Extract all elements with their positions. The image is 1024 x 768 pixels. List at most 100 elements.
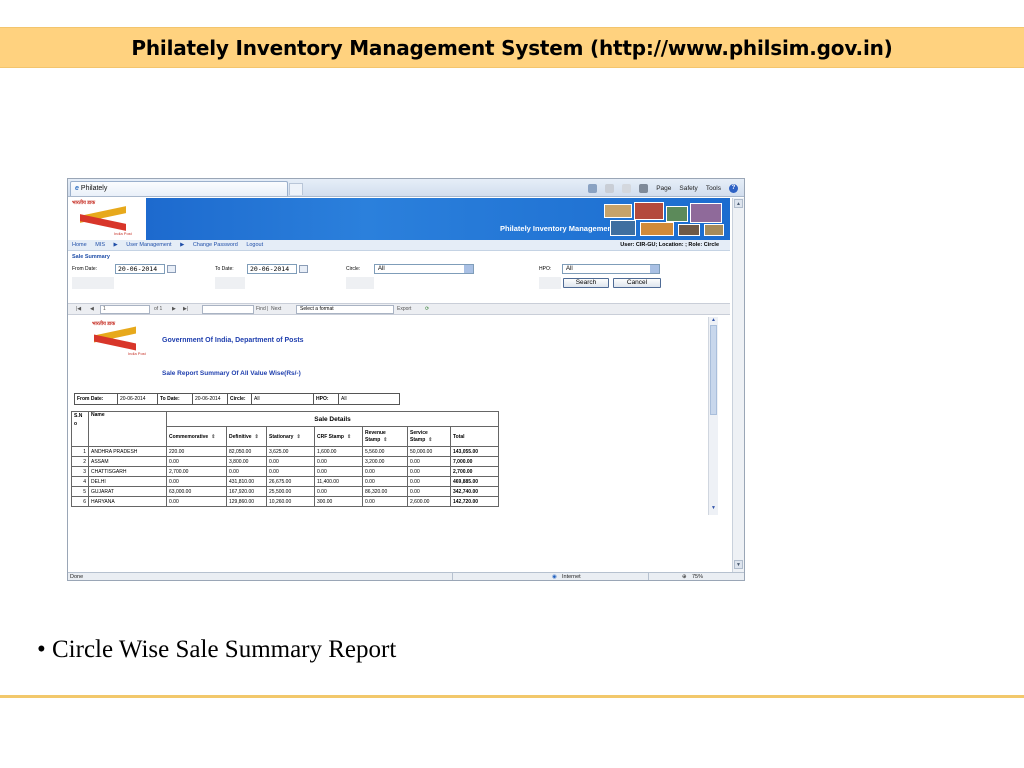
hpo-label: HPO: xyxy=(539,266,552,272)
slide-title: Philately Inventory Management System (h… xyxy=(131,36,893,60)
hdr-to-value: 20-06-2014 xyxy=(192,393,228,405)
report-logo: भारतीय डाक India Post xyxy=(88,321,148,357)
sale-details-header: Sale Details xyxy=(166,411,499,427)
to-date-input[interactable]: 20-06-2014 xyxy=(247,264,297,274)
app-nav: Home MIS ▶ User Management ▶ Change Pass… xyxy=(68,240,730,251)
new-tab-button[interactable] xyxy=(289,183,303,195)
circle-select[interactable]: All xyxy=(374,264,474,274)
help-icon[interactable]: ? xyxy=(729,183,738,193)
page-menu[interactable]: Page xyxy=(656,185,671,192)
browser-tab[interactable]: e Philately xyxy=(70,181,288,196)
col-header[interactable]: Stationary ⇕ xyxy=(266,426,315,447)
table-row: 6 HARYANA 0.00 129,860.00 10,260.00 300.00 0.… xyxy=(71,496,499,507)
first-page-icon[interactable]: |◀ xyxy=(76,304,81,315)
tools-menu[interactable]: Tools xyxy=(706,185,721,192)
logo-hindi-text: भारतीय डाक xyxy=(72,200,96,206)
page-count: of 1 xyxy=(154,306,163,312)
calendar-icon[interactable] xyxy=(299,265,308,273)
from-date-input[interactable]: 20-06-2014 xyxy=(115,264,165,274)
report-title: Sale Report Summary Of All Value Wise(Rs… xyxy=(162,370,301,377)
page-scrollbar[interactable]: ▲ ▼ xyxy=(732,198,744,572)
report-scrollbar[interactable]: ▲ ▼ xyxy=(708,317,718,515)
print-icon[interactable] xyxy=(639,183,649,193)
page-title: Sale Summary xyxy=(72,254,110,260)
hdr-from-label: From Date: xyxy=(74,393,118,405)
col-header: Total xyxy=(450,426,499,447)
hdr-circle-value: All xyxy=(251,393,314,405)
internet-zone: Internet xyxy=(562,574,581,580)
table-row: 1 ANDHRA PRADESH 220.00 82,050.00 3,625.00 1… xyxy=(71,446,499,457)
find-input[interactable] xyxy=(202,305,254,314)
to-date-label: To Date: xyxy=(215,266,234,272)
app-banner: भारतीय डाक India Post Philately Inventor… xyxy=(68,198,730,240)
scroll-down-arrow-icon[interactable]: ▼ xyxy=(734,560,743,569)
status-text: Done xyxy=(70,574,84,580)
report-scroll-down-icon[interactable]: ▼ xyxy=(710,505,717,511)
report-org: Government Of India, Department of Posts xyxy=(162,337,304,344)
stamps-collage xyxy=(600,200,728,238)
table-row: 4 DELHI 0.00 431,810.00 26,675.00 11,400.00 0… xyxy=(71,476,499,487)
col-header[interactable]: Definitive ⇕ xyxy=(226,426,267,447)
slide: Philately Inventory Management System (h… xyxy=(0,0,1024,768)
scroll-up-arrow-icon[interactable]: ▲ xyxy=(734,199,743,208)
from-date-label: From Date: xyxy=(72,266,98,272)
browser-status-bar: Done ◉ Internet ⊕ 75% xyxy=(68,572,744,580)
report-viewer-toolbar: |◀ ◀ 1 of 1 ▶ ▶| Find | Next Select a fo… xyxy=(68,303,730,315)
last-page-icon[interactable]: ▶| xyxy=(183,304,188,315)
user-info: User: CIR-GU; Location: ; Role: Circle xyxy=(620,242,719,248)
banner-title: Philately Inventory Management xyxy=(500,224,615,233)
col-header[interactable]: Commemorative ⇕ xyxy=(166,426,227,447)
prev-page-icon[interactable]: ◀ xyxy=(90,304,94,315)
feeds-icon[interactable] xyxy=(605,183,615,193)
table-row: 3 CHATTISGARH 2,700.00 0.00 0.00 0.00 0.00 0.0… xyxy=(71,466,499,477)
find-link[interactable]: Find xyxy=(256,304,266,315)
hpo-select[interactable]: All xyxy=(562,264,660,274)
report-area: भारतीय डाक India Post Government Of Indi… xyxy=(68,317,718,515)
logo-sub-text: India Post xyxy=(114,231,132,236)
browser-tab-bar: e Philately Page Safety Tools ? xyxy=(68,179,744,197)
next-page-icon[interactable]: ▶ xyxy=(172,304,176,315)
hdr-circle-label: Circle: xyxy=(227,393,252,405)
page-number-input[interactable]: 1 xyxy=(100,305,150,314)
browser-screenshot: e Philately Page Safety Tools ? भारतीय डा… xyxy=(67,178,745,581)
col-header[interactable]: CRF Stamp ⇕ xyxy=(314,426,363,447)
browser-command-bar: Page Safety Tools ? xyxy=(588,182,738,194)
export-link[interactable]: Export xyxy=(397,304,411,315)
filter-form: From Date: 20-06-2014 To Date: 20-06-201… xyxy=(68,263,730,291)
india-post-logo: भारतीय डाक India Post xyxy=(68,198,146,240)
nav-change-password[interactable]: Change Password xyxy=(193,242,238,248)
report-scroll-up-icon[interactable]: ▲ xyxy=(710,317,717,323)
safety-menu[interactable]: Safety xyxy=(679,185,697,192)
browser-tab-title: Philately xyxy=(80,185,108,192)
sno-header: S.N o xyxy=(71,411,89,447)
calendar-icon[interactable] xyxy=(167,265,176,273)
name-header: Name xyxy=(88,411,167,447)
hpo-select-value: All xyxy=(566,266,573,272)
cancel-button[interactable]: Cancel xyxy=(613,278,661,288)
nav-user-management[interactable]: User Management xyxy=(126,242,171,248)
nav-logout[interactable]: Logout xyxy=(246,242,263,248)
home-icon[interactable] xyxy=(588,183,598,193)
slide-title-bar: Philately Inventory Management System (h… xyxy=(0,27,1024,68)
zoom-icon[interactable]: ⊕ xyxy=(682,573,687,580)
hdr-from-value: 20-06-2014 xyxy=(117,393,158,405)
report-logo-hindi: भारतीय डाक xyxy=(92,321,116,327)
circle-label: Circle: xyxy=(346,266,361,272)
export-format-select[interactable]: Select a format xyxy=(296,305,394,314)
nav-mis[interactable]: MIS xyxy=(95,242,105,248)
hdr-to-label: To Date: xyxy=(157,393,193,405)
sale-table: S.N o Name Sale Details Commemorative ⇕ D… xyxy=(71,411,499,507)
nav-home[interactable]: Home xyxy=(72,242,87,248)
report-header-table: From Date: 20-06-2014 To Date: 20-06-201… xyxy=(74,393,400,405)
mail-icon[interactable] xyxy=(622,183,632,193)
report-scroll-thumb[interactable] xyxy=(710,325,717,415)
col-header[interactable]: Service Stamp ⇕ xyxy=(407,426,451,447)
zoom-level[interactable]: 75% xyxy=(692,573,703,580)
search-button[interactable]: Search xyxy=(563,278,609,288)
hdr-hpo-label: HPO: xyxy=(313,393,339,405)
refresh-icon[interactable]: ⟳ xyxy=(425,304,429,315)
internet-zone-icon: ◉ xyxy=(552,574,557,580)
col-header[interactable]: Revenue Stamp ⇕ xyxy=(362,426,408,447)
next-link[interactable]: Next xyxy=(271,304,281,315)
nav-arrow-icon: ▶ xyxy=(180,242,185,248)
